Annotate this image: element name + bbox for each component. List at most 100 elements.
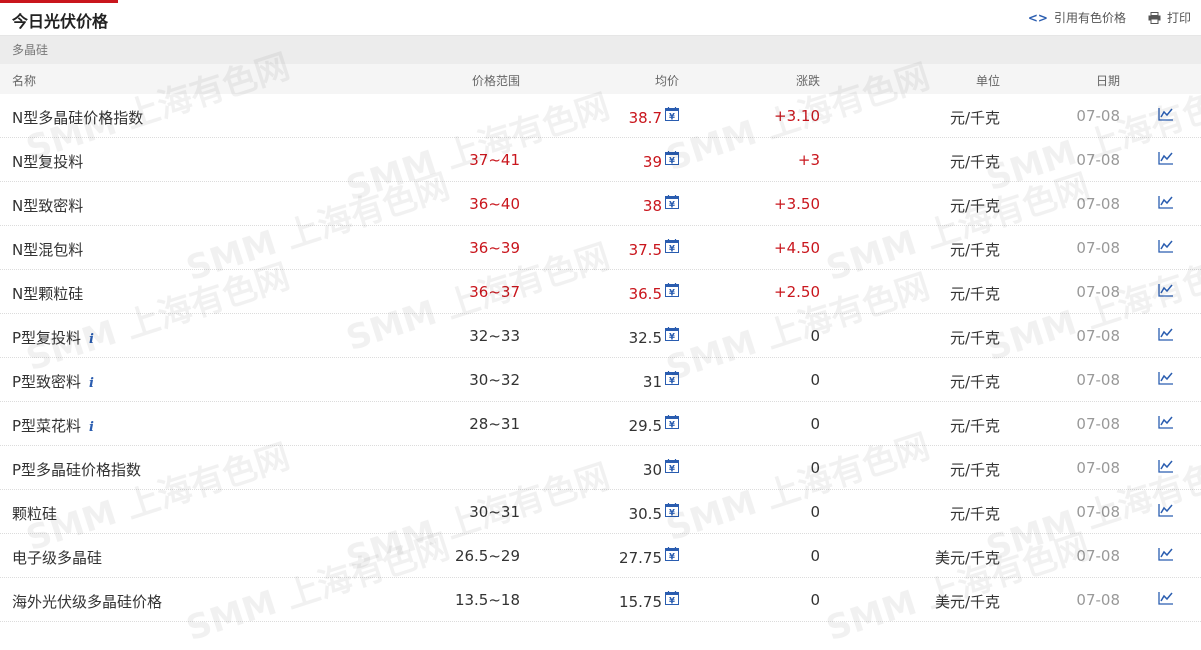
col-header-change: 涨跌 bbox=[795, 74, 820, 88]
price-unit: 元/千克 bbox=[949, 197, 1000, 215]
calendar-yen-icon[interactable]: ¥ bbox=[665, 415, 679, 433]
calendar-yen-icon[interactable]: ¥ bbox=[665, 151, 679, 169]
col-header-range: 价格范围 bbox=[471, 74, 520, 88]
product-name[interactable]: N型致密料 bbox=[12, 195, 83, 216]
product-name[interactable]: 颗粒硅 bbox=[12, 503, 57, 524]
table-row: 电子级多晶硅 26.5~29 27.75 ¥0 美元/千克 07-08 bbox=[0, 534, 1201, 578]
product-name[interactable]: 电子级多晶硅 bbox=[12, 547, 102, 568]
average-price: 37.5 bbox=[628, 241, 662, 259]
average-price-cell: 37.5 ¥ bbox=[629, 239, 679, 259]
product-name[interactable]: P型多晶硅价格指数 bbox=[12, 459, 141, 480]
svg-text:¥: ¥ bbox=[669, 420, 675, 429]
price-date: 07-08 bbox=[1076, 371, 1120, 389]
table-row: P型多晶硅价格指数 30 ¥0 元/千克 07-08 bbox=[0, 446, 1201, 490]
price-unit: 元/千克 bbox=[949, 241, 1000, 259]
average-price: 32.5 bbox=[628, 329, 662, 347]
price-date: 07-08 bbox=[1076, 547, 1120, 565]
line-chart-icon[interactable] bbox=[1158, 195, 1174, 213]
price-range: 13.5~18 bbox=[454, 591, 520, 609]
product-name-text: P型复投料 bbox=[12, 329, 82, 347]
average-price: 39 bbox=[642, 153, 662, 171]
table-row: 颗粒硅 30~31 30.5 ¥0 元/千克 07-08 bbox=[0, 490, 1201, 534]
price-change: 0 bbox=[810, 327, 820, 345]
table-row: N型复投料 37~41 39 ¥ +3 元/千克 07-08 bbox=[0, 138, 1201, 182]
calendar-yen-icon[interactable]: ¥ bbox=[665, 107, 679, 125]
price-unit: 美元/千克 bbox=[934, 593, 1000, 611]
table-row: N型致密料 36~40 38 ¥ +3.50 元/千克 07-08 bbox=[0, 182, 1201, 226]
price-range: 36~39 bbox=[469, 239, 520, 257]
info-icon[interactable]: i bbox=[89, 332, 94, 347]
line-chart-icon[interactable] bbox=[1158, 107, 1174, 125]
price-unit: 元/千克 bbox=[949, 505, 1000, 523]
line-chart-icon[interactable] bbox=[1158, 415, 1174, 433]
calendar-yen-icon[interactable]: ¥ bbox=[665, 371, 679, 389]
table-header: 名称 价格范围 均价 涨跌 单位 日期 bbox=[0, 64, 1201, 94]
product-name[interactable]: P型致密料 i bbox=[12, 371, 94, 392]
product-name[interactable]: 海外光伏级多晶硅价格 bbox=[12, 591, 162, 612]
calendar-yen-icon[interactable]: ¥ bbox=[665, 459, 679, 477]
page-title: 今日光伏价格 bbox=[12, 12, 109, 31]
product-name[interactable]: N型颗粒硅 bbox=[12, 283, 83, 304]
svg-text:¥: ¥ bbox=[669, 332, 675, 341]
price-range: 37~41 bbox=[469, 151, 520, 169]
price-date: 07-08 bbox=[1076, 327, 1120, 345]
line-chart-icon[interactable] bbox=[1158, 151, 1174, 169]
line-chart-icon[interactable] bbox=[1158, 239, 1174, 257]
cite-price-link[interactable]: <> 引用有色价格 bbox=[1028, 9, 1126, 26]
svg-text:¥: ¥ bbox=[669, 244, 675, 253]
average-price-cell: 36.5 ¥ bbox=[629, 283, 679, 303]
print-link[interactable]: 打印 bbox=[1148, 9, 1191, 26]
printer-icon bbox=[1148, 11, 1161, 24]
product-name-text: P型菜花料 bbox=[12, 417, 82, 435]
info-icon[interactable]: i bbox=[89, 420, 94, 435]
average-price-cell: 32.5 ¥ bbox=[629, 327, 679, 347]
info-icon[interactable]: i bbox=[89, 376, 94, 391]
line-chart-icon[interactable] bbox=[1158, 459, 1174, 477]
table-row: N型多晶硅价格指数 38.7 ¥ +3.10 元/千克 07-08 bbox=[0, 94, 1201, 138]
line-chart-icon[interactable] bbox=[1158, 371, 1174, 389]
product-name[interactable]: P型菜花料 i bbox=[12, 415, 94, 436]
price-date: 07-08 bbox=[1076, 107, 1120, 125]
calendar-yen-icon[interactable]: ¥ bbox=[665, 327, 679, 345]
price-unit: 元/千克 bbox=[949, 329, 1000, 347]
product-name[interactable]: N型多晶硅价格指数 bbox=[12, 107, 143, 128]
calendar-yen-icon[interactable]: ¥ bbox=[665, 503, 679, 521]
price-range: 30~32 bbox=[469, 371, 520, 389]
product-name[interactable]: N型复投料 bbox=[12, 151, 83, 172]
line-chart-icon[interactable] bbox=[1158, 591, 1174, 609]
price-unit: 元/千克 bbox=[949, 153, 1000, 171]
average-price-cell: 30.5 ¥ bbox=[629, 503, 679, 523]
price-table-body: N型多晶硅价格指数 38.7 ¥ +3.10 元/千克 07-08 N型复投料 37~41 39… bbox=[0, 94, 1201, 622]
calendar-yen-icon[interactable]: ¥ bbox=[665, 283, 679, 301]
average-price: 36.5 bbox=[628, 285, 662, 303]
price-date: 07-08 bbox=[1076, 151, 1120, 169]
section-title-polysilicon: 多晶硅 bbox=[0, 36, 1201, 64]
product-name[interactable]: N型混包料 bbox=[12, 239, 83, 260]
price-change: 0 bbox=[810, 371, 820, 389]
price-change: 0 bbox=[810, 415, 820, 433]
calendar-yen-icon[interactable]: ¥ bbox=[665, 195, 679, 213]
average-price-cell: 29.5 ¥ bbox=[629, 415, 679, 435]
title-accent-bar bbox=[0, 0, 118, 3]
svg-text:¥: ¥ bbox=[669, 112, 675, 121]
price-unit: 元/千克 bbox=[949, 461, 1000, 479]
price-unit: 元/千克 bbox=[949, 109, 1000, 127]
line-chart-icon[interactable] bbox=[1158, 503, 1174, 521]
svg-text:¥: ¥ bbox=[669, 376, 675, 385]
line-chart-icon[interactable] bbox=[1158, 327, 1174, 345]
calendar-yen-icon[interactable]: ¥ bbox=[665, 547, 679, 565]
table-row: P型菜花料 i 28~31 29.5 ¥0 元/千克 07-08 bbox=[0, 402, 1201, 446]
line-chart-icon[interactable] bbox=[1158, 547, 1174, 565]
price-change: +4.50 bbox=[774, 239, 820, 257]
code-icon: <> bbox=[1027, 10, 1048, 25]
average-price: 15.75 bbox=[619, 593, 662, 611]
price-unit: 元/千克 bbox=[949, 373, 1000, 391]
line-chart-icon[interactable] bbox=[1158, 283, 1174, 301]
calendar-yen-icon[interactable]: ¥ bbox=[665, 591, 679, 609]
svg-text:¥: ¥ bbox=[669, 464, 675, 473]
header-tools: <> 引用有色价格 打印 bbox=[1028, 9, 1191, 26]
product-name[interactable]: P型复投料 i bbox=[12, 327, 94, 348]
calendar-yen-icon[interactable]: ¥ bbox=[665, 239, 679, 257]
svg-text:¥: ¥ bbox=[669, 596, 675, 605]
price-change: 0 bbox=[810, 459, 820, 477]
